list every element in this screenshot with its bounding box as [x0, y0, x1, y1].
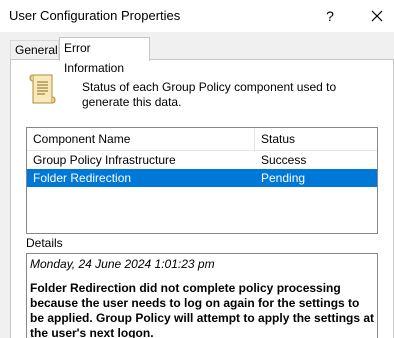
component-list[interactable]: Component Name Status Group Policy Infra… [26, 127, 378, 234]
column-header-component-name[interactable]: Component Name [27, 128, 255, 150]
details-message: Folder Redirection did not complete poli… [30, 281, 375, 338]
row-status: Success [261, 153, 307, 167]
column-header-status[interactable]: Status [255, 128, 377, 150]
row-component-name: Group Policy Infrastructure [33, 153, 176, 167]
details-textbox[interactable]: Monday, 24 June 2024 1:01:23 pm Folder R… [26, 253, 378, 338]
list-header: Component Name Status [27, 128, 377, 151]
properties-dialog: User Configuration Properties ? General … [0, 0, 394, 338]
row-component-name: Folder Redirection [33, 171, 132, 185]
close-icon [371, 10, 383, 22]
error-information-page: Status of each Group Policy component us… [10, 59, 394, 338]
tab-strip: General Error Information [0, 32, 394, 75]
title-bar: User Configuration Properties ? [0, 0, 394, 32]
policy-document-icon [29, 72, 57, 106]
details-date: Monday, 24 June 2024 1:01:23 pm [30, 257, 215, 271]
description-text: Status of each Group Policy component us… [82, 80, 337, 109]
tab-general[interactable]: General [10, 40, 59, 60]
details-label: Details [26, 236, 63, 250]
tab-error-information[interactable]: Error Information [59, 37, 150, 75]
help-button[interactable]: ? [318, 6, 342, 26]
row-status: Pending [261, 171, 306, 185]
list-row[interactable]: Group Policy Infrastructure Success [27, 151, 377, 169]
window-title: User Configuration Properties [9, 8, 181, 23]
list-row-selected[interactable]: Folder Redirection Pending [27, 169, 377, 187]
close-button[interactable] [364, 4, 390, 28]
